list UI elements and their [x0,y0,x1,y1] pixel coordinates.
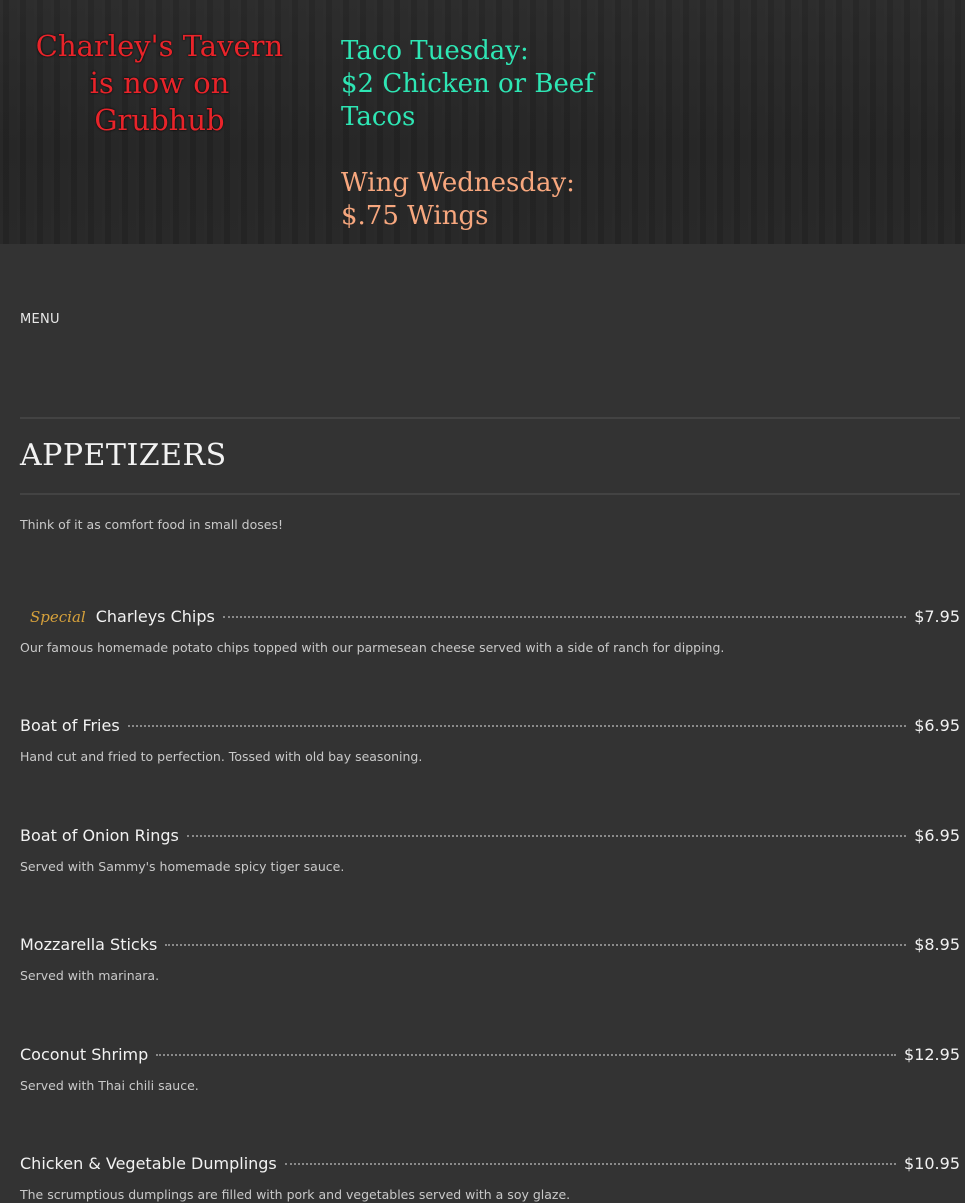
menu-item-name: Chicken & Vegetable Dumplings [20,1154,277,1173]
special-badge: Special [30,608,86,626]
menu-item-name: Charleys Chips [95,607,215,626]
wing-wednesday-detail: $.75 Wings [341,201,489,231]
menu-item-description: Served with Thai chili sauce. [20,1078,199,1093]
menu-item-price: $7.95 [914,607,960,626]
menu-item-price: $6.95 [914,716,960,735]
menu-item: Boat of Onion Rings $6.95 Served with Sa… [20,826,960,874]
menu-item-description: The scrumptious dumplings are filled wit… [20,1187,571,1202]
menu-item-description: Served with Sammy's homemade spicy tiger… [20,859,345,874]
section-divider-bottom [20,493,960,495]
menu-item: Special Charleys Chips $7.95 Our famous … [20,607,960,655]
menu-item-description: Our famous homemade potato chips topped … [20,640,725,655]
menu-item-row: Mozzarella Sticks $8.95 [20,935,960,959]
dotted-leader [156,1054,897,1056]
menu-item-name: Mozzarella Sticks [20,935,158,954]
menu-item: Boat of Fries $6.95 Hand cut and fried t… [20,716,960,764]
menu-item-row: Boat of Fries $6.95 [20,716,960,740]
section-divider-top [20,417,960,419]
section-description: Think of it as comfort food in small dos… [20,517,283,532]
wing-wednesday-title: Wing Wednesday: [341,168,575,198]
menu-item-row: Special Charleys Chips $7.95 [20,607,960,631]
weekly-specials: Taco Tuesday: $2 Chicken or Beef Tacos W… [341,35,601,233]
menu-item: Coconut Shrimp $12.95 Served with Thai c… [20,1045,960,1093]
dotted-leader [186,835,907,837]
menu-item-description: Served with marinara. [20,968,160,983]
header-banner: Charley's Tavern is now on Grubhub Taco … [0,0,965,244]
wing-wednesday-special: Wing Wednesday: $.75 Wings [341,167,601,233]
menu-item: Mozzarella Sticks $8.95 Served with mari… [20,935,960,983]
menu-item-price: $12.95 [904,1045,960,1064]
menu-item-name: Boat of Onion Rings [20,826,179,845]
menu-item-name: Coconut Shrimp [20,1045,149,1064]
menu-item-name: Boat of Fries [20,716,120,735]
section-title: APPETIZERS [20,438,227,473]
menu-nav-link[interactable]: MENU [20,312,60,327]
taco-tuesday-title: Taco Tuesday: [341,36,529,66]
menu-item-price: $8.95 [914,935,960,954]
menu-item-description: Hand cut and fried to perfection. Tossed… [20,749,423,764]
menu-item-row: Coconut Shrimp $12.95 [20,1045,960,1069]
menu-item-price: $6.95 [914,826,960,845]
dotted-leader [284,1163,897,1165]
taco-tuesday-special: Taco Tuesday: $2 Chicken or Beef Tacos [341,35,601,134]
menu-item-row: Boat of Onion Rings $6.95 [20,826,960,850]
dotted-leader [165,944,907,946]
grubhub-announcement[interactable]: Charley's Tavern is now on Grubhub [22,28,297,139]
menu-item-row: Chicken & Vegetable Dumplings $10.95 [20,1154,960,1178]
menu-item-price: $10.95 [904,1154,960,1173]
dotted-leader [222,616,907,618]
taco-tuesday-detail: $2 Chicken or Beef Tacos [341,69,594,132]
menu-item: Chicken & Vegetable Dumplings $10.95 The… [20,1154,960,1202]
dotted-leader [127,725,907,727]
